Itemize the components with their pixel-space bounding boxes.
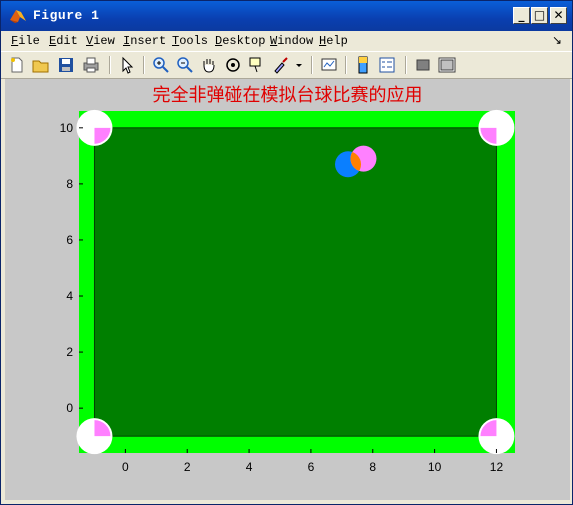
rotate-3d-icon[interactable] bbox=[223, 55, 243, 75]
insert-legend-icon[interactable] bbox=[377, 55, 397, 75]
menu-help[interactable]: Help bbox=[319, 34, 348, 48]
x-tick-label: 8 bbox=[369, 460, 376, 474]
open-file-icon[interactable] bbox=[31, 55, 51, 75]
close-button[interactable]: ✕ bbox=[550, 7, 567, 24]
x-tick-label: 12 bbox=[490, 460, 504, 474]
matlab-logo-icon bbox=[10, 10, 26, 23]
y-tick-label: 4 bbox=[66, 289, 73, 303]
menu-file[interactable]: File bbox=[11, 34, 40, 48]
window-title: Figure 1 bbox=[33, 8, 100, 23]
pan-hand-icon[interactable] bbox=[199, 55, 219, 75]
maximize-icon: □ bbox=[533, 8, 546, 22]
maximize-button[interactable]: □ bbox=[531, 7, 548, 24]
menu-window[interactable]: Window bbox=[270, 34, 313, 48]
brush-icon[interactable] bbox=[271, 55, 291, 75]
brush-dropdown-icon[interactable] bbox=[293, 55, 305, 75]
menu-edit[interactable]: Edit bbox=[49, 34, 78, 48]
zoom-out-icon[interactable] bbox=[175, 55, 195, 75]
show-plot-tools-icon[interactable] bbox=[437, 55, 457, 75]
save-icon[interactable] bbox=[56, 55, 76, 75]
insert-colorbar-icon[interactable] bbox=[353, 55, 373, 75]
toolbar-separator bbox=[109, 56, 111, 74]
zoom-in-icon[interactable] bbox=[151, 55, 171, 75]
menu-bar: File Edit View Insert Tools Desktop Wind… bbox=[1, 31, 572, 51]
x-tick-label: 10 bbox=[428, 460, 442, 474]
minimize-icon: _ bbox=[518, 8, 525, 22]
toolbar-separator bbox=[345, 56, 347, 74]
x-tick-label: 0 bbox=[122, 460, 129, 474]
toolbar-separator bbox=[143, 56, 145, 74]
print-icon[interactable] bbox=[81, 55, 101, 75]
x-tick-label: 6 bbox=[308, 460, 315, 474]
close-icon: ✕ bbox=[553, 8, 564, 22]
y-tick-label: 8 bbox=[66, 177, 73, 191]
dock-arrow-icon[interactable]: ↘ bbox=[552, 33, 562, 47]
menu-insert[interactable]: Insert bbox=[123, 34, 166, 48]
menu-tools[interactable]: Tools bbox=[172, 34, 208, 48]
y-tick-label: 2 bbox=[66, 345, 73, 359]
hide-plot-tools-icon[interactable] bbox=[413, 55, 433, 75]
title-bar[interactable]: Figure 1 _ □ ✕ bbox=[1, 1, 572, 31]
x-tick-label: 2 bbox=[184, 460, 191, 474]
y-tick-label: 10 bbox=[60, 121, 74, 135]
edit-plot-arrow-icon[interactable] bbox=[117, 55, 137, 75]
x-tick-label: 4 bbox=[246, 460, 253, 474]
menu-desktop[interactable]: Desktop bbox=[215, 34, 265, 48]
table-felt bbox=[93, 127, 497, 437]
toolbar-separator bbox=[311, 56, 313, 74]
figure-window: Figure 1 _ □ ✕ File Edit View Insert Too… bbox=[0, 0, 573, 505]
toolbar-separator bbox=[405, 56, 407, 74]
new-figure-icon[interactable] bbox=[7, 55, 27, 75]
menu-view[interactable]: View bbox=[86, 34, 115, 48]
data-cursor-icon[interactable] bbox=[247, 55, 267, 75]
y-tick-label: 6 bbox=[66, 233, 73, 247]
plot-area[interactable]: 0 2 4 6 8 10 12 0 2 4 6 8 10 bbox=[5, 79, 570, 500]
link-plot-icon[interactable] bbox=[319, 55, 339, 75]
minimize-button[interactable]: _ bbox=[513, 7, 530, 24]
figure-canvas[interactable]: 完全非弹碰在模拟台球比赛的应用 0 2 4 6 8 10 12 0 2 4 6 8 10 bbox=[5, 79, 570, 500]
y-tick-label: 0 bbox=[66, 401, 73, 415]
figure-toolbar bbox=[1, 51, 572, 79]
